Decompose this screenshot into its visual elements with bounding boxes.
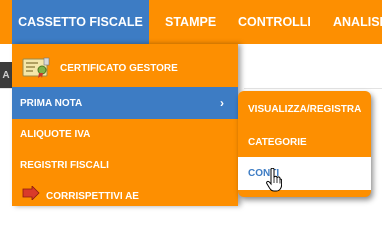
submenu-item-visualizza-registra[interactable]: VISUALIZZA/REGISTRA	[238, 93, 371, 126]
menu-item-registri-fiscali[interactable]: REGISTRI FISCALI	[12, 149, 238, 181]
submenu-item-label: CATEGORIE	[248, 137, 307, 148]
submenu-item-label: VISUALIZZA/REGISTRA	[248, 104, 362, 115]
nav-tab-cassetto-fiscale[interactable]: CASSETTO FISCALE	[12, 0, 149, 44]
nav-tab-label: CONTROLLI	[238, 15, 311, 29]
menu-item-label: PRIMA NOTA	[20, 97, 83, 109]
page-side-tab-label: A	[2, 69, 10, 81]
top-navigation-bar: CASSETTO FISCALE STAMPE CONTROLLI ANALIS…	[0, 0, 382, 44]
prima-nota-submenu: VISUALIZZA/REGISTRA CATEGORIE CONTI	[238, 91, 371, 197]
nav-tab-label: STAMPE	[165, 15, 217, 29]
submenu-item-conti[interactable]: CONTI	[238, 157, 371, 190]
menu-item-label: REGISTRI FISCALI	[20, 159, 109, 171]
menu-item-prima-nota[interactable]: PRIMA NOTA ›	[12, 87, 238, 119]
chevron-right-icon: ›	[220, 96, 224, 110]
menu-item-label: ALIQUOTE IVA	[20, 128, 91, 140]
arrow-icon	[22, 186, 40, 200]
cassetto-fiscale-dropdown: CERTIFICATO GESTORE PRIMA NOTA › ALIQUOT…	[12, 44, 238, 206]
menu-item-certificato-gestore[interactable]: CERTIFICATO GESTORE	[12, 52, 238, 84]
page-side-tab: A	[0, 62, 12, 88]
nav-tab-label: CASSETTO FISCALE	[18, 15, 143, 29]
page-divider	[0, 88, 12, 89]
nav-tab-stampe[interactable]: STAMPE	[165, 0, 216, 44]
nav-tab-analisi[interactable]: ANALISI	[333, 0, 382, 44]
menu-item-corrispettivi-ae[interactable]: CORRISPETTIVI AE	[12, 180, 238, 212]
menu-item-label: CORRISPETTIVI AE	[46, 190, 139, 202]
submenu-item-categorie[interactable]: CATEGORIE	[238, 126, 371, 159]
menu-item-aliquote-iva[interactable]: ALIQUOTE IVA	[12, 118, 238, 150]
menu-item-label: CERTIFICATO GESTORE	[60, 62, 178, 74]
hand-cursor-icon	[266, 168, 282, 192]
page-divider	[244, 88, 382, 89]
certificate-icon	[22, 57, 50, 78]
nav-tab-controlli[interactable]: CONTROLLI	[238, 0, 311, 44]
nav-tab-label: ANALISI	[333, 15, 382, 29]
